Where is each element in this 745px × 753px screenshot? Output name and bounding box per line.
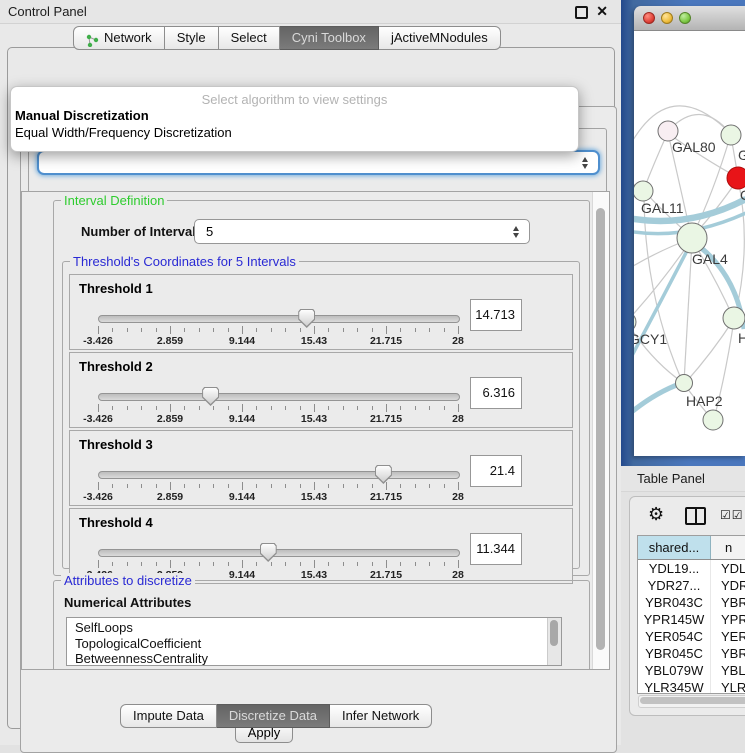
- node-gcy1: [634, 312, 636, 332]
- list-scrollbar-thumb[interactable]: [550, 620, 558, 646]
- algorithm-popup: Select algorithm to view settings Manual…: [10, 86, 579, 152]
- tab-discretize-data[interactable]: Discretize Data: [217, 704, 330, 728]
- column-header-shared-name[interactable]: shared...: [638, 536, 711, 559]
- node-bottom: [703, 410, 723, 430]
- columns-icon[interactable]: [685, 507, 706, 525]
- thresholds-group-title: Threshold's Coordinates for 5 Intervals: [70, 254, 299, 269]
- column-header-name[interactable]: n: [711, 536, 745, 559]
- threshold-panel: Threshold 2 -3.4262.8599.14415.4321.7152…: [69, 352, 573, 428]
- slider-tick-labels: -3.4262.8599.14415.4321.71528: [98, 491, 458, 504]
- node-red: [727, 167, 745, 189]
- tab-impute-data[interactable]: Impute Data: [120, 704, 217, 728]
- threshold-value-field[interactable]: 21.4: [470, 455, 522, 487]
- number-of-intervals-combobox[interactable]: 5: [194, 219, 530, 244]
- popup-item-manual-discretization[interactable]: Manual Discretization: [11, 107, 578, 124]
- attribute-list-item[interactable]: BetweennessCentrality: [67, 651, 561, 666]
- node-right-mid: [723, 307, 745, 329]
- threshold-slider[interactable]: [98, 471, 460, 479]
- attributes-group: Attributes to discretize Numerical Attri…: [53, 580, 590, 670]
- node-table[interactable]: shared... n YDL19... YDL1 YDR27... YDR2 …: [637, 535, 745, 694]
- threshold-label: Threshold 4: [79, 515, 153, 530]
- panel-title: Control Panel: [8, 4, 87, 19]
- table-panel: ⚙ ☑☑ shared... n YDL19... YDL1 YDR27... …: [629, 496, 745, 716]
- network-icon: [86, 32, 99, 45]
- table-row[interactable]: YDL19... YDL1: [638, 560, 745, 577]
- combo-spinner-icon: [512, 226, 520, 238]
- node-hap2: [676, 375, 693, 392]
- tab-cyni-toolbox[interactable]: Cyni Toolbox: [280, 26, 379, 50]
- numerical-attributes-list[interactable]: SelfLoops TopologicalCoefficient Between…: [66, 617, 562, 666]
- attributes-group-title: Attributes to discretize: [61, 573, 195, 588]
- numerical-attributes-label: Numerical Attributes: [64, 595, 191, 610]
- number-of-intervals-label: Number of Intervals: [81, 224, 203, 239]
- close-traffic-light-icon[interactable]: [643, 12, 655, 24]
- tab-style[interactable]: Style: [165, 26, 219, 50]
- threshold-slider[interactable]: [98, 393, 460, 401]
- node-gal4: [677, 223, 707, 253]
- attribute-list-item[interactable]: TopologicalCoefficient: [67, 636, 561, 652]
- popup-item-equal-width-frequency[interactable]: Equal Width/Frequency Discretization: [11, 124, 578, 141]
- threshold-list: Threshold 1 -3.4262.8599.14415.4321.7152…: [69, 274, 573, 584]
- close-icon[interactable]: ✕: [596, 3, 608, 19]
- table-row[interactable]: YLR345W YLR3: [638, 679, 745, 694]
- table-row[interactable]: YER054C YER0: [638, 628, 745, 645]
- gear-icon[interactable]: ⚙: [648, 505, 664, 523]
- network-frame: GAL80GACGAL11GAL4GCY1HHAP2: [621, 0, 745, 466]
- table-row[interactable]: YBR043C YBR0: [638, 594, 745, 611]
- tab-infer-network[interactable]: Infer Network: [330, 704, 432, 728]
- network-window-titlebar[interactable]: [634, 6, 745, 31]
- zoom-traffic-light-icon[interactable]: [679, 12, 691, 24]
- threshold-label: Threshold 3: [79, 437, 153, 452]
- tab-jactivemnodules[interactable]: jActiveMNodules: [379, 26, 501, 50]
- slider-tick-labels: -3.4262.8599.14415.4321.71528: [98, 335, 458, 348]
- tab-network[interactable]: Network: [73, 26, 165, 50]
- minimize-traffic-light-icon[interactable]: [661, 12, 673, 24]
- threshold-value-field[interactable]: 6.316: [470, 377, 522, 409]
- slider-tick-labels: -3.4262.8599.14415.4321.71528: [98, 413, 458, 426]
- table-panel-header: Table Panel: [621, 466, 745, 492]
- node-gal80: [658, 121, 678, 141]
- table-row[interactable]: YBL079W YBL0: [638, 662, 745, 679]
- number-of-intervals-value: 5: [206, 224, 213, 239]
- table-row[interactable]: YPR145W YPR1: [638, 611, 745, 628]
- top-tabbar: Network Style Select Cyni Toolbox jActiv…: [73, 26, 501, 50]
- settings-viewport: Interval Definition Number of Intervals …: [21, 191, 610, 670]
- checkbox-icons[interactable]: ☑☑: [720, 508, 744, 522]
- threshold-slider[interactable]: [98, 315, 460, 323]
- list-scrollbar[interactable]: [547, 618, 561, 665]
- settings-scrollbar-thumb[interactable]: [596, 208, 605, 650]
- threshold-panel: Threshold 1 -3.4262.8599.14415.4321.7152…: [69, 274, 573, 350]
- combo-spinner-icon: [581, 157, 589, 169]
- attribute-list-item[interactable]: SelfLoops: [67, 620, 561, 636]
- control-panel-titlebar: Control Panel ✕: [0, 0, 621, 24]
- tab-select[interactable]: Select: [219, 26, 280, 50]
- interval-definition-group: Interval Definition Number of Intervals …: [53, 200, 590, 576]
- threshold-value-field[interactable]: 14.713: [470, 299, 522, 331]
- thresholds-group: Threshold's Coordinates for 5 Intervals …: [62, 261, 580, 569]
- threshold-label: Threshold 2: [79, 359, 153, 374]
- network-window[interactable]: GAL80GACGAL11GAL4GCY1HHAP2: [634, 6, 745, 456]
- network-canvas[interactable]: GAL80GACGAL11GAL4GCY1HHAP2: [634, 31, 745, 456]
- interval-definition-title: Interval Definition: [61, 193, 167, 208]
- threshold-value-field[interactable]: 11.344: [470, 533, 522, 565]
- table-scrollbar-thumb[interactable]: [640, 697, 745, 704]
- node-gal11: [634, 181, 653, 201]
- table-horizontal-scrollbar[interactable]: [638, 695, 745, 708]
- table-header-row: shared... n: [638, 536, 745, 560]
- table-row[interactable]: YBR045C YBR0: [638, 645, 745, 662]
- bottom-tabbar: Impute Data Discretize Data Infer Networ…: [120, 704, 432, 728]
- table-row[interactable]: YDR27... YDR2: [638, 577, 745, 594]
- threshold-panel: Threshold 3 -3.4262.8599.14415.4321.7152…: [69, 430, 573, 506]
- algorithm-combobox[interactable]: [37, 150, 600, 175]
- settings-scrollbar[interactable]: [592, 192, 609, 669]
- table-panel-title: Table Panel: [637, 471, 705, 486]
- node-top-right: [721, 125, 741, 145]
- popup-hint: Select algorithm to view settings: [11, 87, 578, 107]
- threshold-label: Threshold 1: [79, 281, 153, 296]
- float-window-icon[interactable]: [575, 6, 588, 19]
- threshold-slider[interactable]: [98, 549, 460, 557]
